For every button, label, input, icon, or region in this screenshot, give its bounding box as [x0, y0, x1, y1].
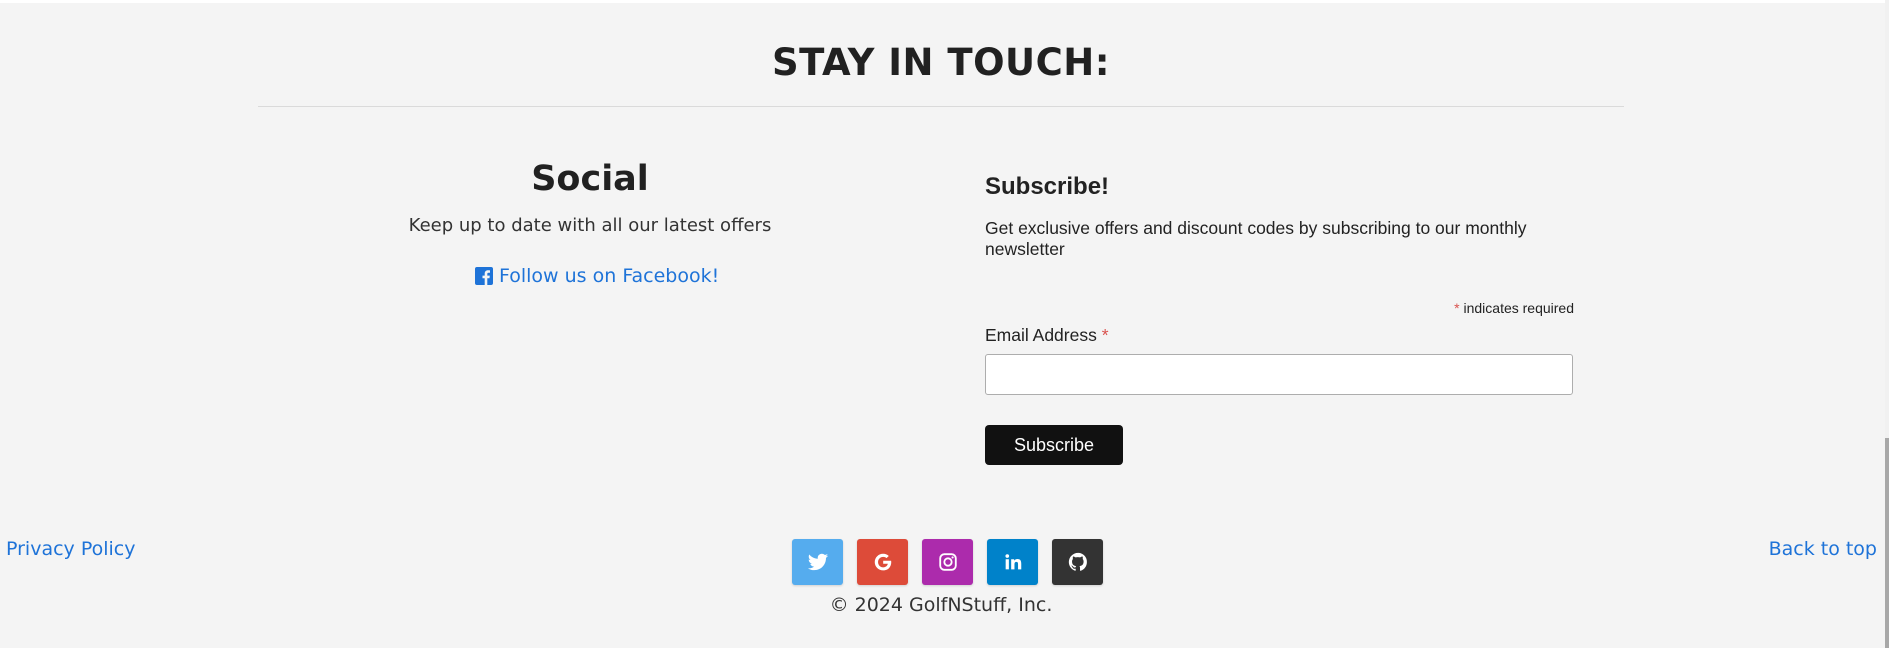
required-note: * indicates required — [985, 300, 1574, 316]
email-label-text: Email Address — [985, 325, 1097, 345]
back-to-top-link[interactable]: Back to top — [1769, 538, 1877, 560]
subscribe-title: Subscribe! — [985, 173, 1110, 200]
copyright-text: © 2024 GolfNStuff, Inc. — [829, 594, 1053, 616]
stay-in-touch-section: STAY IN TOUCH: Social Keep up to date wi… — [0, 3, 1889, 648]
email-label: Email Address * — [985, 325, 1109, 346]
email-input[interactable] — [985, 354, 1573, 395]
github-icon — [1067, 551, 1089, 573]
social-description: Keep up to date with all our latest offe… — [408, 215, 772, 236]
twitter-button[interactable] — [792, 539, 843, 585]
linkedin-icon — [1002, 551, 1024, 573]
required-asterisk: * — [1454, 300, 1460, 316]
social-icons-bar — [792, 539, 1103, 585]
facebook-icon — [475, 267, 493, 285]
email-required-asterisk: * — [1101, 325, 1109, 345]
github-button[interactable] — [1052, 539, 1103, 585]
linkedin-button[interactable] — [987, 539, 1038, 585]
subscribe-description: Get exclusive offers and discount codes … — [985, 218, 1527, 259]
facebook-link[interactable]: Follow us on Facebook! — [475, 265, 719, 287]
google-icon — [872, 551, 894, 573]
facebook-link-label: Follow us on Facebook! — [499, 265, 720, 287]
section-title: STAY IN TOUCH: — [771, 41, 1111, 84]
required-note-text: indicates required — [1463, 300, 1574, 316]
instagram-button[interactable] — [922, 539, 973, 585]
scrollbar-thumb[interactable] — [1885, 438, 1889, 648]
twitter-icon — [807, 551, 829, 573]
instagram-icon — [937, 551, 959, 573]
subscribe-form: Subscribe! Get exclusive offers and disc… — [985, 173, 1575, 465]
scrollbar-track[interactable] — [1885, 0, 1889, 648]
google-button[interactable] — [857, 539, 908, 585]
section-divider — [258, 106, 1624, 107]
subscribe-button[interactable]: Subscribe — [985, 425, 1123, 465]
privacy-policy-link[interactable]: Privacy Policy — [6, 538, 135, 560]
social-title: Social — [531, 159, 649, 199]
